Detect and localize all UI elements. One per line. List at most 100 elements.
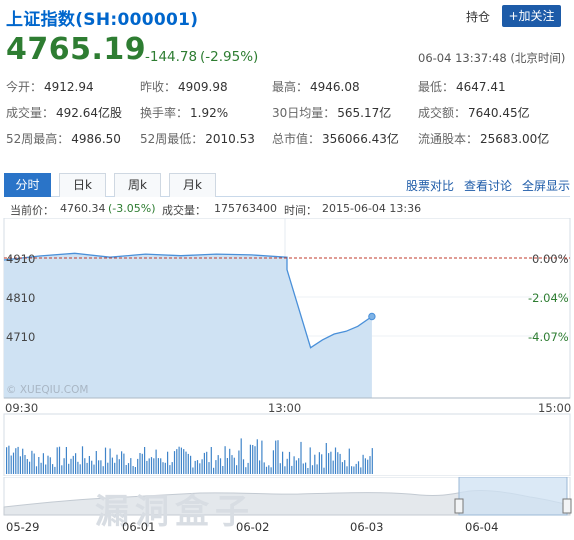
volume-bar [242, 459, 245, 474]
stat-52w-low: 52周最低： 2010.53 [140, 130, 255, 147]
stat-30d-avg-volume: 30日均量： 565.17亿 [272, 104, 391, 121]
x-tick-label: 13:00 [268, 401, 302, 415]
discuss-link[interactable]: 查看讨论 [464, 177, 512, 194]
stat-value: 4912.94 [44, 80, 94, 94]
intraday-chart[interactable] [0, 218, 574, 476]
stat-value: 356066.43亿 [322, 132, 399, 146]
volume-bar [261, 440, 263, 474]
navigator-selection[interactable] [458, 477, 568, 516]
volume-bar [63, 458, 65, 474]
volume-bar [240, 438, 242, 474]
volume-bar [282, 451, 284, 474]
volume-bar [194, 460, 196, 474]
volume-bar [364, 458, 366, 474]
volume-bar [309, 447, 311, 474]
x-tick-label: 15:00 [538, 401, 572, 415]
volume-bar [183, 449, 185, 474]
stat-52w-high: 52周最高： 4986.50 [6, 130, 121, 147]
volume-bar [231, 455, 233, 474]
volume-bar [291, 465, 293, 474]
stat-market-cap: 总市值： 356066.43亿 [272, 130, 399, 147]
stat-volume: 成交量： 492.64亿股 [6, 104, 122, 121]
stat-label: 成交量： [6, 106, 55, 120]
volume-bar [196, 460, 199, 474]
volume-bar [98, 460, 100, 474]
stat-label: 最高： [272, 80, 309, 94]
stat-value: 4909.98 [178, 80, 228, 94]
navigator-right-handle[interactable] [562, 498, 572, 514]
stat-label: 30日均量： [272, 106, 336, 120]
navigator-date: 05-29 [6, 520, 40, 534]
follow-button[interactable]: +加关注 [502, 5, 561, 27]
volume-bar [52, 464, 54, 474]
volume-bar [29, 461, 31, 474]
volume-bar [295, 460, 297, 474]
stat-label: 成交额： [418, 106, 467, 120]
volume-bar [100, 460, 102, 474]
x-tick-label: 09:30 [5, 401, 39, 415]
volume-bar [17, 446, 19, 474]
volume-bar [275, 440, 277, 474]
navigator-left-handle[interactable] [454, 498, 464, 514]
volume-bar [219, 458, 222, 474]
volume-bar [167, 451, 169, 474]
volume-bar [144, 447, 146, 474]
tab-intraday[interactable]: 分时 [4, 173, 51, 197]
volume-bar [229, 448, 231, 474]
volume-bar [323, 467, 325, 474]
fullscreen-link[interactable]: 全屏显示 [522, 177, 570, 194]
volume-bar [328, 453, 330, 474]
volume-bar [8, 445, 10, 474]
tab-daily-k[interactable]: 日k [59, 173, 106, 197]
stat-low: 最低： 4647.41 [418, 78, 506, 95]
volume-bar [35, 466, 38, 474]
stat-label: 52周最高： [6, 132, 70, 146]
volume-bar [38, 457, 40, 474]
stat-value: 4986.50 [71, 132, 121, 146]
volume-bar [185, 451, 187, 474]
range-navigator[interactable] [0, 477, 574, 517]
volume-bar [42, 453, 44, 474]
volume-bar [332, 460, 334, 474]
volume-bar [134, 467, 136, 474]
info-time-value: 2015-06-04 13:36 [322, 202, 422, 215]
tab-monthly-k[interactable]: 月k [169, 173, 216, 197]
stats-row: 成交量： 492.64亿股 换手率： 1.92% 30日均量： 565.17亿 成交额… [6, 104, 571, 130]
level-label: 4710 [6, 330, 36, 344]
current-point-marker [368, 312, 376, 321]
volume-bar [88, 456, 90, 474]
volume-bar [298, 458, 300, 474]
stat-prev-close: 昨收： 4909.98 [140, 78, 228, 95]
volume-bar [272, 450, 274, 474]
volume-bar [344, 460, 346, 474]
volume-bar [233, 457, 235, 474]
stat-label: 总市值： [272, 132, 321, 146]
pct-label: -4.07% [528, 330, 569, 344]
volume-bar [369, 456, 371, 474]
volume-bar [222, 466, 224, 474]
volume-bar [277, 440, 279, 474]
volume-bar [79, 464, 81, 474]
volume-bar [192, 467, 194, 474]
volume-bar [107, 462, 109, 474]
stat-label: 最低： [418, 80, 455, 94]
level-label: 4810 [6, 291, 36, 305]
volume-bar [215, 460, 217, 474]
hold-button[interactable]: 持仓 [466, 8, 490, 25]
volume-bar [208, 462, 210, 474]
volume-bar [249, 444, 251, 474]
volume-bar [314, 454, 316, 474]
tab-weekly-k[interactable]: 周k [114, 173, 161, 197]
volume-bar [353, 466, 355, 474]
volume-bar [33, 453, 35, 474]
level-label: 4910 [6, 252, 36, 266]
volume-bar [325, 443, 327, 474]
info-price-percent: (-3.05%) [108, 202, 156, 215]
stat-value: 1.92% [190, 106, 229, 120]
compare-link[interactable]: 股票对比 [406, 177, 454, 194]
info-price-value: 4760.34 [60, 202, 106, 215]
volume-bar [316, 464, 318, 474]
volume-bar [56, 447, 58, 474]
volume-bar [68, 463, 70, 474]
volume-bar [65, 447, 67, 474]
